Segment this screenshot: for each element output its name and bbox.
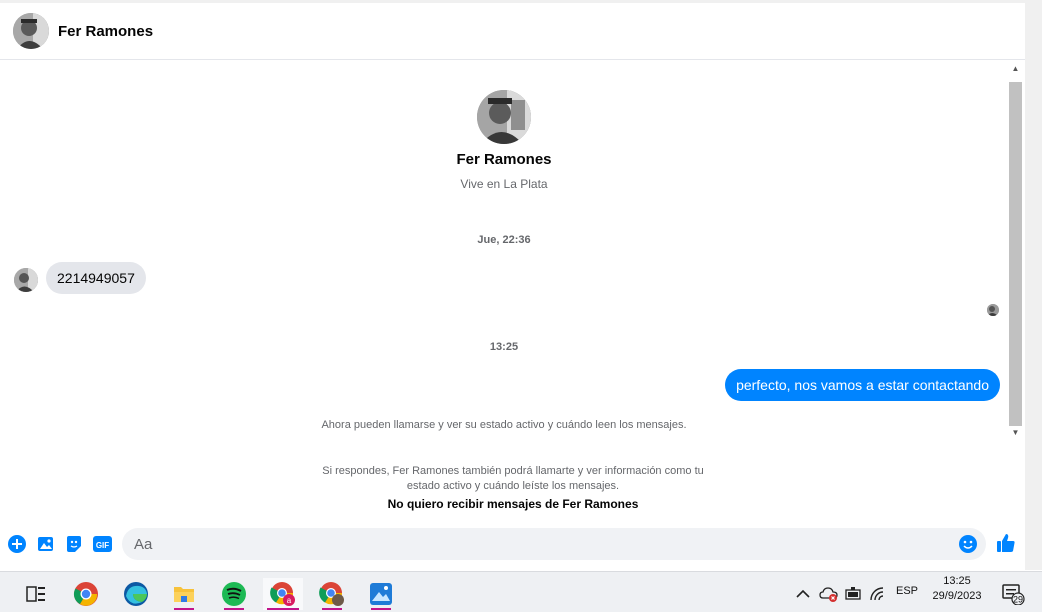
taskbar-clock[interactable]: 13:25 29/9/2023 — [926, 574, 988, 604]
scroll-down-arrow-icon[interactable]: ▼ — [1008, 428, 1023, 440]
active-indicator — [322, 608, 342, 610]
file-explorer-icon[interactable] — [164, 578, 204, 610]
tray-chevron-up-icon[interactable] — [788, 578, 818, 610]
notification-center-icon[interactable]: 29 — [998, 578, 1028, 610]
language-indicator[interactable]: ESP — [896, 585, 918, 597]
emoji-icon[interactable] — [958, 534, 978, 554]
spotify-icon[interactable] — [214, 578, 254, 610]
edge-icon[interactable] — [116, 578, 156, 610]
gif-icon[interactable]: GIF — [92, 534, 114, 554]
intro-contact-name[interactable]: Fer Ramones — [404, 151, 604, 168]
message-timestamp: 13:25 — [489, 341, 519, 353]
chrome-icon[interactable] — [66, 578, 106, 610]
window-right-edge — [1025, 3, 1042, 570]
message-timestamp: Jue, 22:36 — [477, 234, 531, 246]
reply-notice-line: estado activo y cuándo leíste los mensaj… — [406, 480, 620, 492]
reply-notice: Si respondes, Fer Ramones también podrá … — [254, 464, 772, 494]
header-contact-name[interactable]: Fer Ramones — [58, 23, 153, 40]
chrome-profile-icon[interactable]: a — [263, 578, 303, 610]
reply-notice-line: Si respondes, Fer Ramones también podrá … — [322, 465, 704, 477]
task-view-icon[interactable] — [16, 578, 56, 610]
svg-text:a: a — [287, 596, 292, 605]
intro-avatar[interactable] — [477, 90, 531, 144]
chrome-profile-2-icon[interactable] — [312, 578, 352, 610]
active-indicator — [224, 608, 244, 610]
sender-avatar[interactable] — [14, 268, 38, 292]
active-indicator — [371, 608, 391, 610]
onedrive-error-icon[interactable] — [816, 578, 842, 610]
like-icon[interactable] — [995, 532, 1017, 554]
active-indicator — [267, 608, 299, 610]
call-permission-notice: Ahora pueden llamarse y ver su estado ac… — [321, 419, 687, 431]
contact-intro: Fer Ramones Vive en La Plata — [404, 90, 604, 191]
block-messages-link[interactable]: No quiero recibir mensajes de Fer Ramone… — [254, 497, 772, 511]
outgoing-message-bubble[interactable]: perfecto, nos vamos a estar contactando — [725, 369, 1000, 401]
active-indicator — [174, 608, 194, 610]
plus-icon[interactable] — [7, 534, 27, 554]
image-icon[interactable] — [36, 534, 56, 554]
scrollbar-thumb[interactable] — [1009, 82, 1022, 426]
message-input-wrapper — [122, 528, 986, 560]
message-input[interactable] — [122, 528, 934, 560]
contact-avatar[interactable] — [13, 13, 49, 49]
clock-time: 13:25 — [943, 575, 971, 587]
conversation-header: Fer Ramones — [0, 3, 1025, 60]
gif-label: GIF — [96, 541, 109, 550]
scroll-up-arrow-icon[interactable]: ▲ — [1008, 64, 1023, 76]
notification-count: 29 — [1013, 595, 1023, 605]
incoming-message-bubble[interactable]: 2214949057 — [46, 262, 146, 294]
windows-taskbar: a ESP 29 — [0, 571, 1042, 612]
read-receipt-avatar — [987, 304, 999, 316]
sticker-icon[interactable] — [64, 534, 84, 554]
clock-date: 29/9/2023 — [932, 590, 982, 602]
wifi-icon[interactable] — [865, 578, 891, 610]
battery-icon[interactable] — [840, 578, 866, 610]
message-composer: GIF — [0, 526, 1025, 562]
intro-location: Vive en La Plata — [460, 177, 548, 191]
photos-icon[interactable] — [361, 578, 401, 610]
